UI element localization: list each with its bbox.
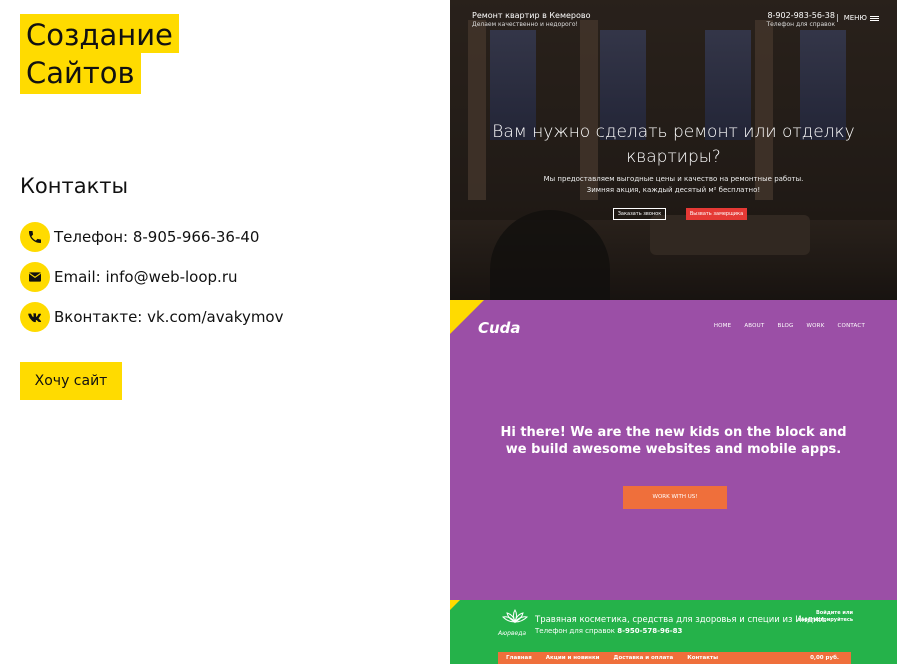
portfolio-item-cuda[interactable]: Cuda HOME ABOUT BLOG WORK CONTACT Hi the…	[450, 300, 897, 600]
ayurveda-nav-promo: Акции и новинки	[545, 655, 600, 661]
ayurveda-login-line-2: зарегистрируйтесь	[797, 617, 853, 623]
repair-menu-button: МЕНЮ	[836, 14, 879, 22]
hamburger-icon	[870, 15, 879, 21]
cuda-cta-button: WORK WITH US!	[623, 486, 727, 509]
contact-vk: Вконтакте: vk.com/avakymov	[20, 302, 284, 332]
repair-phone-note: Телефон для справок	[766, 21, 835, 28]
contact-email-text[interactable]: Email: info@web-loop.ru	[54, 268, 238, 286]
repair-measure-button: Вызвать замерщика	[686, 208, 747, 220]
ayurveda-nav-home: Главная	[506, 655, 532, 661]
repair-sub-line-1: Мы предоставляем выгодные цены и качеств…	[543, 175, 804, 183]
cuda-hero-title: Hi there! We are the new kids on the blo…	[500, 425, 847, 457]
contact-email: Email: info@web-loop.ru	[20, 262, 238, 292]
site-logo[interactable]: Создание Сайтов	[20, 14, 179, 94]
repair-menu-label: МЕНЮ	[843, 14, 867, 22]
logo-line-1: Создание	[20, 14, 179, 53]
repair-brand-name: Ремонт квартир в Кемерово	[472, 11, 591, 20]
contact-vk-text[interactable]: Вконтакте: vk.com/avakymov	[54, 308, 284, 326]
repair-hero-title: Вам нужно сделать ремонт или отделку ква…	[492, 122, 855, 167]
contacts-panel: Создание Сайтов Контакты Телефон: 8-905-…	[0, 0, 450, 664]
envelope-icon	[20, 262, 50, 292]
portfolio-item-repair[interactable]: Ремонт квартир в Кемерово Делаем качеств…	[450, 0, 897, 300]
corner-ribbon	[450, 600, 460, 610]
ayurveda-nav-bar: Главная Акции и новинки Доставка и оплат…	[498, 652, 851, 664]
cuda-logo: Cuda	[478, 319, 521, 337]
repair-phone: 8-902-983-56-38	[767, 11, 835, 20]
ayurveda-phone-label: Телефон для справок	[535, 627, 615, 635]
order-site-button[interactable]: Хочу сайт	[20, 362, 122, 400]
repair-call-button: Заказать звонок	[613, 208, 666, 220]
ayurveda-brand: Аюрведа	[498, 630, 527, 637]
ayurveda-phone-line: Телефон для справок 8-950-578-96-83	[535, 627, 682, 635]
ayurveda-phone: 8-950-578-96-83	[617, 627, 683, 635]
lotus-icon	[502, 609, 528, 624]
phone-icon	[20, 222, 50, 252]
contacts-heading: Контакты	[20, 174, 129, 198]
repair-hero-subtitle: Мы предоставляем выгодные цены и качеств…	[510, 174, 837, 196]
repair-brand: Ремонт квартир в Кемерово Делаем качеств…	[472, 11, 591, 29]
ayurveda-nav-contacts: Контакты	[687, 655, 719, 661]
contact-phone: Телефон: 8-905-966-36-40	[20, 222, 259, 252]
cuda-nav-blog: BLOG	[777, 323, 794, 329]
cuda-nav-work: WORK	[806, 323, 825, 329]
logo-line-2: Сайтов	[20, 52, 141, 94]
vk-icon	[20, 302, 50, 332]
ayurveda-title: Травяная косметика, средства для здоровь…	[535, 615, 827, 625]
cuda-nav: HOME ABOUT BLOG WORK CONTACT	[714, 323, 865, 329]
portfolio-gallery: Ремонт квартир в Кемерово Делаем качеств…	[450, 0, 897, 664]
ayurveda-nav-delivery: Доставка и оплата	[613, 655, 674, 661]
repair-tagline: Делаем качественно и недорого!	[472, 21, 578, 28]
ayurveda-cart-total: 0,00 руб.	[810, 655, 839, 661]
repair-phone-block: 8-902-983-56-38 Телефон для справок	[766, 11, 835, 29]
cuda-nav-about: ABOUT	[744, 323, 765, 329]
portfolio-item-ayurveda[interactable]: Аюрведа Травяная косметика, средства для…	[450, 600, 897, 664]
cuda-nav-contact: CONTACT	[837, 323, 865, 329]
repair-sub-line-2: Зимняя акция, каждый десятый м² бесплатн…	[586, 186, 761, 194]
contact-phone-text[interactable]: Телефон: 8-905-966-36-40	[54, 228, 259, 246]
ayurveda-login-line-1: Войдите или	[816, 610, 853, 616]
cuda-nav-home: HOME	[713, 323, 732, 329]
ayurveda-login: Войдите или зарегистрируйтесь	[798, 610, 853, 624]
